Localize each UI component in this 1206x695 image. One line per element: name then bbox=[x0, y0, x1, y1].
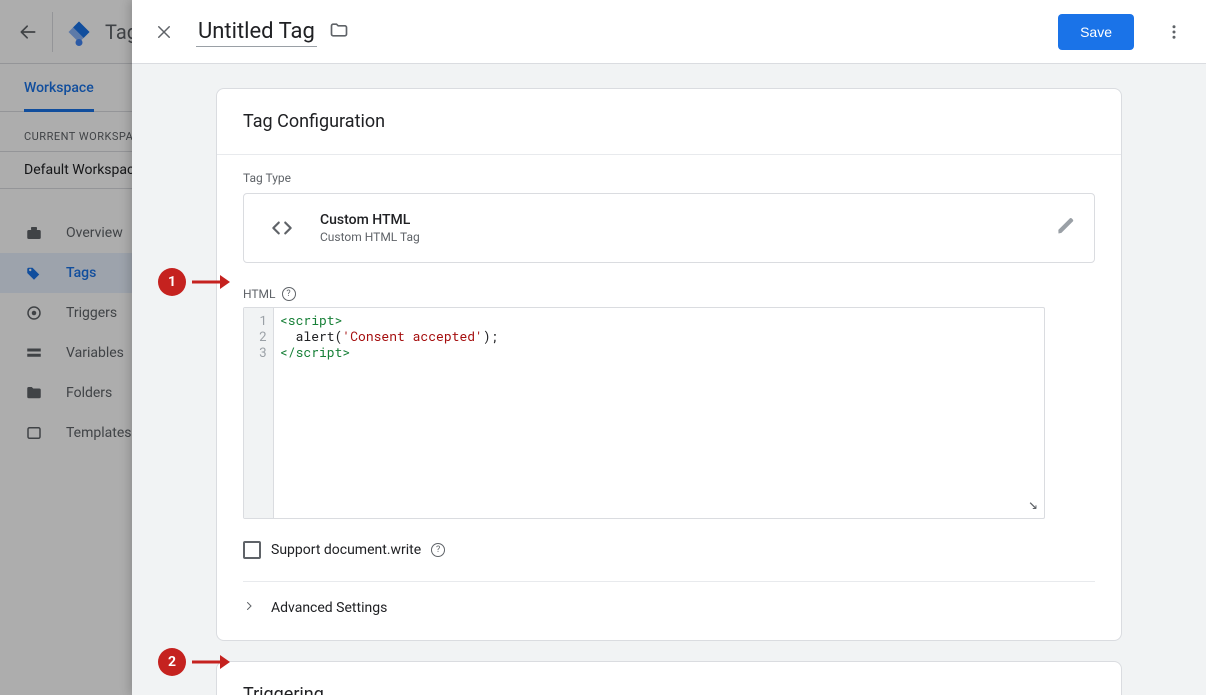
advanced-settings-toggle[interactable]: Advanced Settings bbox=[243, 582, 1095, 616]
tag-type-label: Tag Type bbox=[243, 171, 1095, 185]
close-button[interactable] bbox=[144, 12, 184, 52]
tag-config-card: Tag Configuration Tag Type Custom HTML C… bbox=[216, 88, 1122, 641]
line-gutter: 1 2 3 bbox=[244, 308, 274, 518]
panel-header: Untitled Tag Save bbox=[132, 0, 1206, 64]
more-vert-icon bbox=[1165, 23, 1183, 41]
close-icon bbox=[155, 23, 173, 41]
triggering-card[interactable]: Triggering bbox=[216, 661, 1122, 695]
save-button[interactable]: Save bbox=[1058, 14, 1134, 50]
html-code-editor[interactable]: 1 2 3 <script> alert('Consent accepted')… bbox=[243, 307, 1045, 519]
checkbox-label: Support document.write bbox=[271, 542, 421, 558]
advanced-label: Advanced Settings bbox=[271, 600, 387, 616]
edit-icon[interactable] bbox=[1056, 216, 1076, 240]
tag-type-name: Custom HTML bbox=[320, 212, 1038, 228]
document-write-row[interactable]: Support document.write ? bbox=[243, 541, 1095, 559]
tag-editor-panel: Untitled Tag Save Tag Configuration Tag … bbox=[132, 0, 1206, 695]
code-icon bbox=[262, 208, 302, 248]
card-title: Tag Configuration bbox=[217, 89, 1121, 155]
help-icon[interactable]: ? bbox=[282, 287, 296, 301]
html-label: HTML bbox=[243, 287, 276, 301]
folder-select-icon[interactable] bbox=[329, 20, 349, 44]
code-content[interactable]: <script> alert('Consent accepted'); </sc… bbox=[274, 308, 1044, 518]
help-icon[interactable]: ? bbox=[431, 543, 445, 557]
card-title: Triggering bbox=[217, 662, 1121, 695]
checkbox-icon[interactable] bbox=[243, 541, 261, 559]
more-menu-button[interactable] bbox=[1154, 12, 1194, 52]
tag-type-sub: Custom HTML Tag bbox=[320, 230, 1038, 244]
tag-type-selector[interactable]: Custom HTML Custom HTML Tag bbox=[243, 193, 1095, 263]
chevron-right-icon bbox=[243, 600, 257, 616]
resize-handle-icon[interactable]: ↘ bbox=[1028, 493, 1038, 514]
tag-name-input[interactable]: Untitled Tag bbox=[196, 17, 317, 47]
panel-body: Tag Configuration Tag Type Custom HTML C… bbox=[132, 64, 1206, 695]
